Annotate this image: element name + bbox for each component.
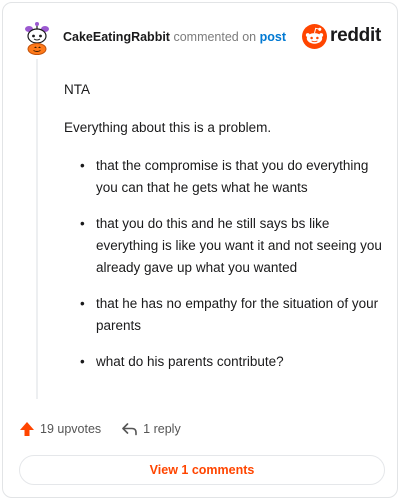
reddit-wordmark: reddit: [330, 25, 381, 46]
bullet-dot: •: [80, 158, 85, 173]
reddit-logo-icon: [302, 23, 328, 49]
upvote-button[interactable]: 19 upvotes: [19, 421, 101, 437]
list-item: • that he has no empathy for the situatio…: [64, 293, 384, 337]
list-item-text: that he has no empathy for the situation…: [96, 296, 379, 333]
reply-icon: [122, 423, 137, 436]
list-item: • that the compromise is that you do ever…: [64, 155, 384, 199]
upvote-arrow-icon: [20, 422, 34, 436]
comment-bullet-list: • that the compromise is that you do ever…: [64, 155, 384, 373]
list-item-text: that you do this and he still says bs li…: [96, 216, 382, 275]
thread-line[interactable]: [36, 59, 38, 399]
bullet-dot: •: [80, 296, 85, 311]
comment-actions: 19 upvotes 1 reply: [19, 417, 201, 441]
username-link[interactable]: CakeEatingRabbit: [63, 30, 170, 44]
reddit-brand[interactable]: reddit: [302, 23, 381, 49]
snoo-avatar-icon: [25, 22, 49, 55]
list-item: • that you do this and he still says bs l…: [64, 213, 384, 279]
action-text: commented on: [173, 30, 257, 44]
reply-button[interactable]: 1 reply: [121, 422, 181, 436]
post-link[interactable]: post: [260, 30, 286, 44]
bullet-dot: •: [80, 354, 85, 369]
comment-card: CakeEatingRabbit commented on post reddi…: [2, 2, 398, 498]
list-item-text: that the compromise is that you do every…: [96, 158, 369, 195]
upvote-count: 19 upvotes: [40, 422, 102, 436]
comment-header: CakeEatingRabbit commented on post reddi…: [23, 21, 381, 55]
comment-paragraph: Everything about this is a problem.: [64, 120, 272, 135]
bullet-dot: •: [80, 216, 85, 231]
comment-body: NTA Everything about this is a problem. …: [64, 79, 384, 387]
list-item-text: what do his parents contribute?: [96, 354, 284, 369]
user-avatar[interactable]: [23, 21, 53, 55]
comment-meta: CakeEatingRabbit commented on post: [63, 30, 286, 44]
view-comments-button[interactable]: View 1 comments: [19, 455, 385, 485]
comment-paragraph: NTA: [64, 82, 90, 97]
list-item: • what do his parents contribute?: [64, 351, 384, 373]
reply-count: 1 reply: [143, 422, 181, 436]
